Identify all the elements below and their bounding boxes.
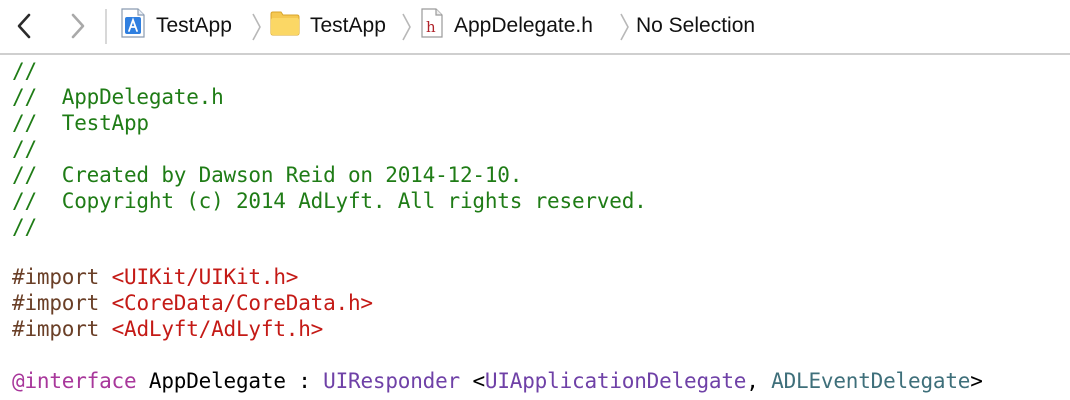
xcode-project-icon bbox=[120, 8, 146, 44]
breadcrumb-label: No Selection bbox=[636, 14, 756, 37]
svg-text:h: h bbox=[426, 18, 436, 36]
code-line: // Copyright (c) 2014 AdLyft. All rights… bbox=[12, 189, 647, 213]
source-editor[interactable]: // // AppDelegate.h // TestApp // // Cre… bbox=[0, 55, 1070, 400]
preprocessor-directive: #import bbox=[12, 265, 100, 289]
code-line: // TestApp bbox=[12, 111, 149, 135]
code-line: // bbox=[12, 137, 37, 161]
code-line: // Created by Dawson Reid on 2014-12-10. bbox=[12, 163, 523, 187]
import-path: <UIKit/UIKit.h> bbox=[111, 265, 299, 289]
preprocessor-directive: #import bbox=[12, 317, 100, 341]
breadcrumb-file[interactable]: h AppDelegate.h bbox=[420, 0, 593, 52]
protocol-name: UIApplicationDelegate bbox=[484, 369, 747, 393]
code-line: #import <CoreData/CoreData.h> bbox=[12, 290, 373, 316]
class-name: AppDelegate bbox=[148, 369, 286, 393]
code-line: @interface AppDelegate : UIResponder <UI… bbox=[12, 368, 983, 394]
folder-icon bbox=[270, 10, 300, 42]
protocol-open: < bbox=[472, 369, 485, 393]
chevron-right-icon bbox=[618, 12, 630, 46]
protocol-name: ADLEventDelegate bbox=[771, 369, 971, 393]
chevron-left-icon[interactable] bbox=[12, 11, 36, 41]
comma: , bbox=[746, 369, 759, 393]
interface-keyword: @interface bbox=[12, 369, 137, 393]
colon: : bbox=[298, 369, 311, 393]
code-line: #import <AdLyft/AdLyft.h> bbox=[12, 316, 323, 342]
breadcrumb-project[interactable]: TestApp bbox=[120, 0, 232, 52]
jump-bar: TestApp TestApp h AppDelegate.h No Selec… bbox=[0, 0, 1070, 55]
import-path: <CoreData/CoreData.h> bbox=[111, 291, 374, 315]
code-line: // AppDelegate.h bbox=[12, 85, 224, 109]
preprocessor-directive: #import bbox=[12, 291, 100, 315]
breadcrumb-label: AppDelegate.h bbox=[454, 14, 593, 37]
header-file-icon: h bbox=[420, 8, 444, 44]
breadcrumb-selection[interactable]: No Selection bbox=[636, 0, 755, 52]
code-line: // bbox=[12, 59, 37, 83]
superclass-name: UIResponder bbox=[323, 369, 460, 393]
import-path: <AdLyft/AdLyft.h> bbox=[111, 317, 324, 341]
jump-bar-divider bbox=[105, 9, 107, 44]
breadcrumb-label: TestApp bbox=[156, 14, 232, 37]
breadcrumb-label: TestApp bbox=[310, 14, 386, 37]
chevron-right-icon bbox=[400, 12, 412, 46]
code-line: // bbox=[12, 215, 37, 239]
breadcrumb-group[interactable]: TestApp bbox=[270, 0, 386, 52]
chevron-right-icon[interactable] bbox=[66, 11, 90, 41]
protocol-close: > bbox=[970, 369, 983, 393]
chevron-right-icon bbox=[250, 12, 262, 46]
code-line: #import <UIKit/UIKit.h> bbox=[12, 264, 298, 290]
